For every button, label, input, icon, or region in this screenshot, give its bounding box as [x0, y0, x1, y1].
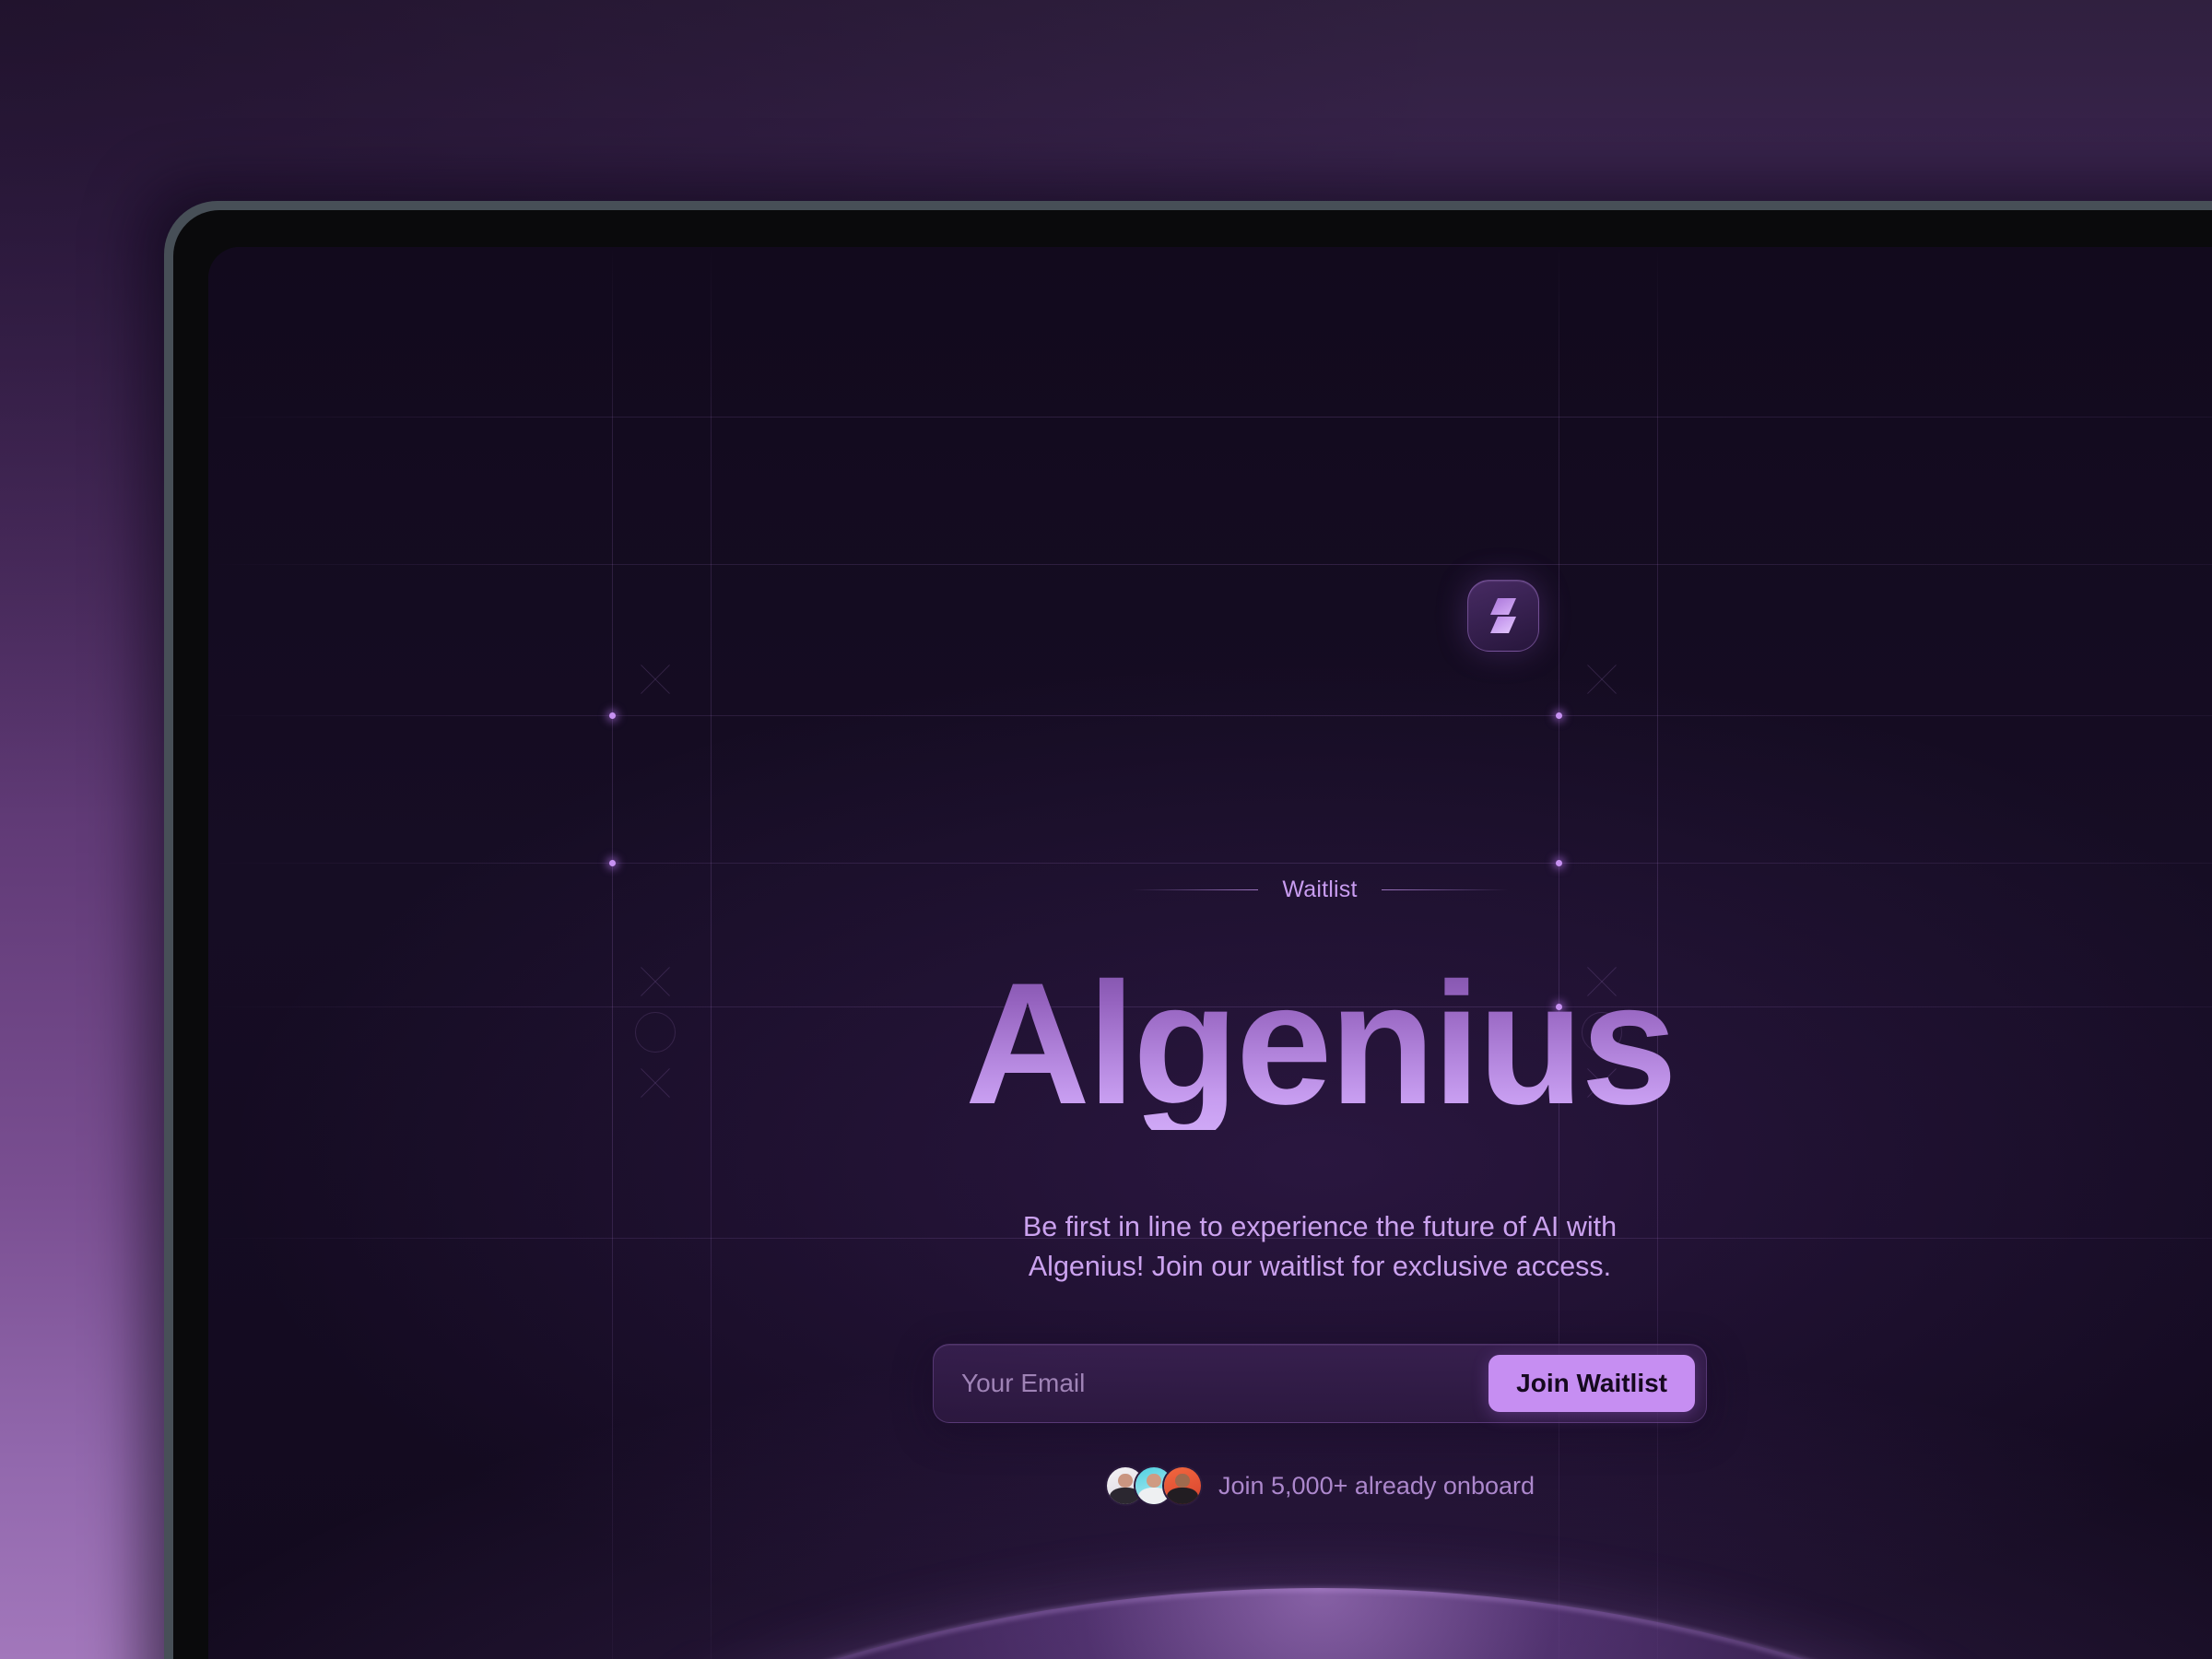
hero-subtitle: Be first in line to experience the futur…	[1022, 1211, 1618, 1283]
avatar-head	[1175, 1473, 1190, 1488]
brand-logo[interactable]	[1467, 580, 1539, 652]
waitlist-form: Join Waitlist	[933, 1344, 1707, 1423]
join-waitlist-button[interactable]: Join Waitlist	[1488, 1355, 1695, 1412]
avatar-head	[1118, 1473, 1133, 1488]
avatar	[1161, 1465, 1203, 1506]
avatar-group	[1104, 1465, 1203, 1506]
social-proof-row: Join 5,000+ already onboard	[208, 1465, 2212, 1506]
avatar-body	[1167, 1488, 1198, 1504]
page-content: Waitlist Algenius Be first in line to ex…	[208, 247, 2212, 1659]
device-bezel: Waitlist Algenius Be first in line to ex…	[173, 210, 2212, 1659]
eyebrow-rule-left	[1131, 889, 1259, 890]
laptop-device-frame: Waitlist Algenius Be first in line to ex…	[164, 201, 2212, 1659]
eyebrow-rule-right	[1381, 889, 1509, 890]
algenius-bolt-logo-icon	[1488, 597, 1519, 634]
eyebrow-label: Waitlist	[1282, 877, 1358, 902]
page-title: Algenius	[208, 957, 2212, 1130]
page-root: Waitlist Algenius Be first in line to ex…	[0, 0, 2212, 1659]
avatar-head	[1147, 1473, 1161, 1488]
device-screen: Waitlist Algenius Be first in line to ex…	[208, 247, 2212, 1659]
social-proof-text: Join 5,000+ already onboard	[1218, 1471, 1535, 1500]
email-field[interactable]	[961, 1355, 1489, 1412]
eyebrow-row: Waitlist	[208, 877, 2212, 903]
